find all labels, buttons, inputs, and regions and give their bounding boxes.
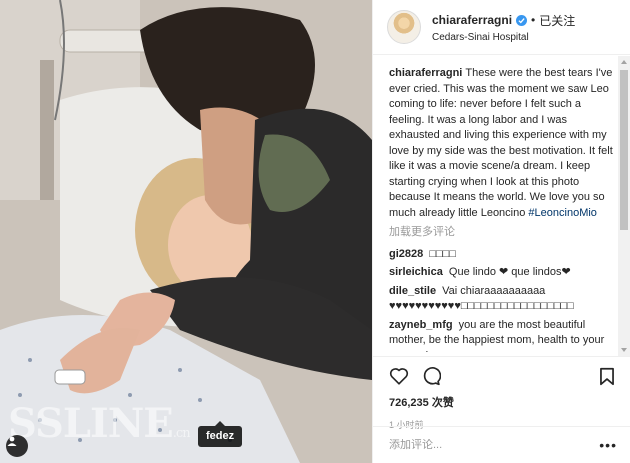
watermark-text: SSLINE (8, 400, 174, 447)
comments-scrollbar[interactable] (618, 56, 630, 356)
list-item: gi2828 □□□□ (389, 247, 615, 263)
comment-icon (423, 367, 441, 386)
comment-username[interactable]: gi2828 (389, 248, 423, 260)
save-button[interactable] (599, 367, 615, 386)
header-text: chiaraferragni • 已关注 Cedars-Sinai Hospit… (432, 12, 575, 43)
bookmark-icon (600, 367, 614, 385)
comment-text: Que lindo ❤ que lindos❤ (448, 266, 571, 278)
photo-illustration (0, 0, 372, 463)
post-caption: chiaraferragni These were the best tears … (389, 66, 615, 221)
scroll-down-arrow-icon[interactable] (621, 348, 627, 352)
user-tag-icon (7, 436, 17, 446)
comment-username[interactable]: zayneb_mfg (389, 319, 453, 331)
header-row: chiaraferragni • 已关注 (432, 12, 575, 29)
load-more-comments-button[interactable]: 加载更多评论 (389, 225, 615, 241)
post-side-panel: chiaraferragni • 已关注 Cedars-Sinai Hospit… (372, 0, 630, 463)
watermark: SSLINE.cn (8, 400, 191, 447)
user-tag-button[interactable] (6, 435, 28, 457)
location-link[interactable]: Cedars-Sinai Hospital (432, 32, 575, 43)
action-icons (389, 363, 615, 389)
verified-badge-icon (516, 14, 528, 26)
scrollbar-thumb[interactable] (620, 70, 628, 230)
comment-username[interactable]: sirleichica (389, 266, 443, 278)
like-button[interactable] (389, 367, 409, 385)
caption-username[interactable]: chiaraferragni (389, 67, 462, 79)
watermark-suffix: .cn (172, 426, 191, 441)
post-header: chiaraferragni • 已关注 Cedars-Sinai Hospit… (373, 0, 630, 55)
comment-button[interactable] (421, 366, 441, 386)
list-item: sirleichica Que lindo ❤ que lindos❤ (389, 265, 615, 281)
header-separator: • (531, 13, 536, 27)
comments-list: chiaraferragni These were the best tears … (389, 66, 615, 352)
add-comment-bar: ••• (373, 426, 630, 463)
comment-input[interactable] (389, 439, 600, 451)
comment-text: □□□□ (429, 247, 456, 260)
avatar[interactable] (387, 10, 421, 44)
photo-user-tag[interactable]: fedez (198, 421, 243, 447)
scroll-up-arrow-icon[interactable] (621, 60, 627, 64)
list-item: dile_stile Vai chiaraaaaaaaaaa ♥♥♥♥♥♥♥♥♥… (389, 284, 615, 315)
caption-text: These were the best tears I've ever crie… (389, 67, 613, 219)
post-actions: 726,235 次赞 1 小时前 (373, 356, 630, 431)
follow-button[interactable]: 已关注 (539, 12, 575, 29)
list-item: zayneb_mfg you are the most beautiful mo… (389, 318, 615, 353)
caption-hashtag[interactable]: #LeoncinoMio (528, 207, 597, 219)
heart-icon (389, 368, 409, 385)
header-username[interactable]: chiaraferragni (432, 13, 512, 27)
likes-count[interactable]: 726,235 次赞 (389, 394, 615, 410)
more-options-button[interactable]: ••• (599, 437, 617, 453)
comment-username[interactable]: dile_stile (389, 285, 436, 297)
post-photo[interactable]: SSLINE.cn fedez (0, 0, 372, 463)
